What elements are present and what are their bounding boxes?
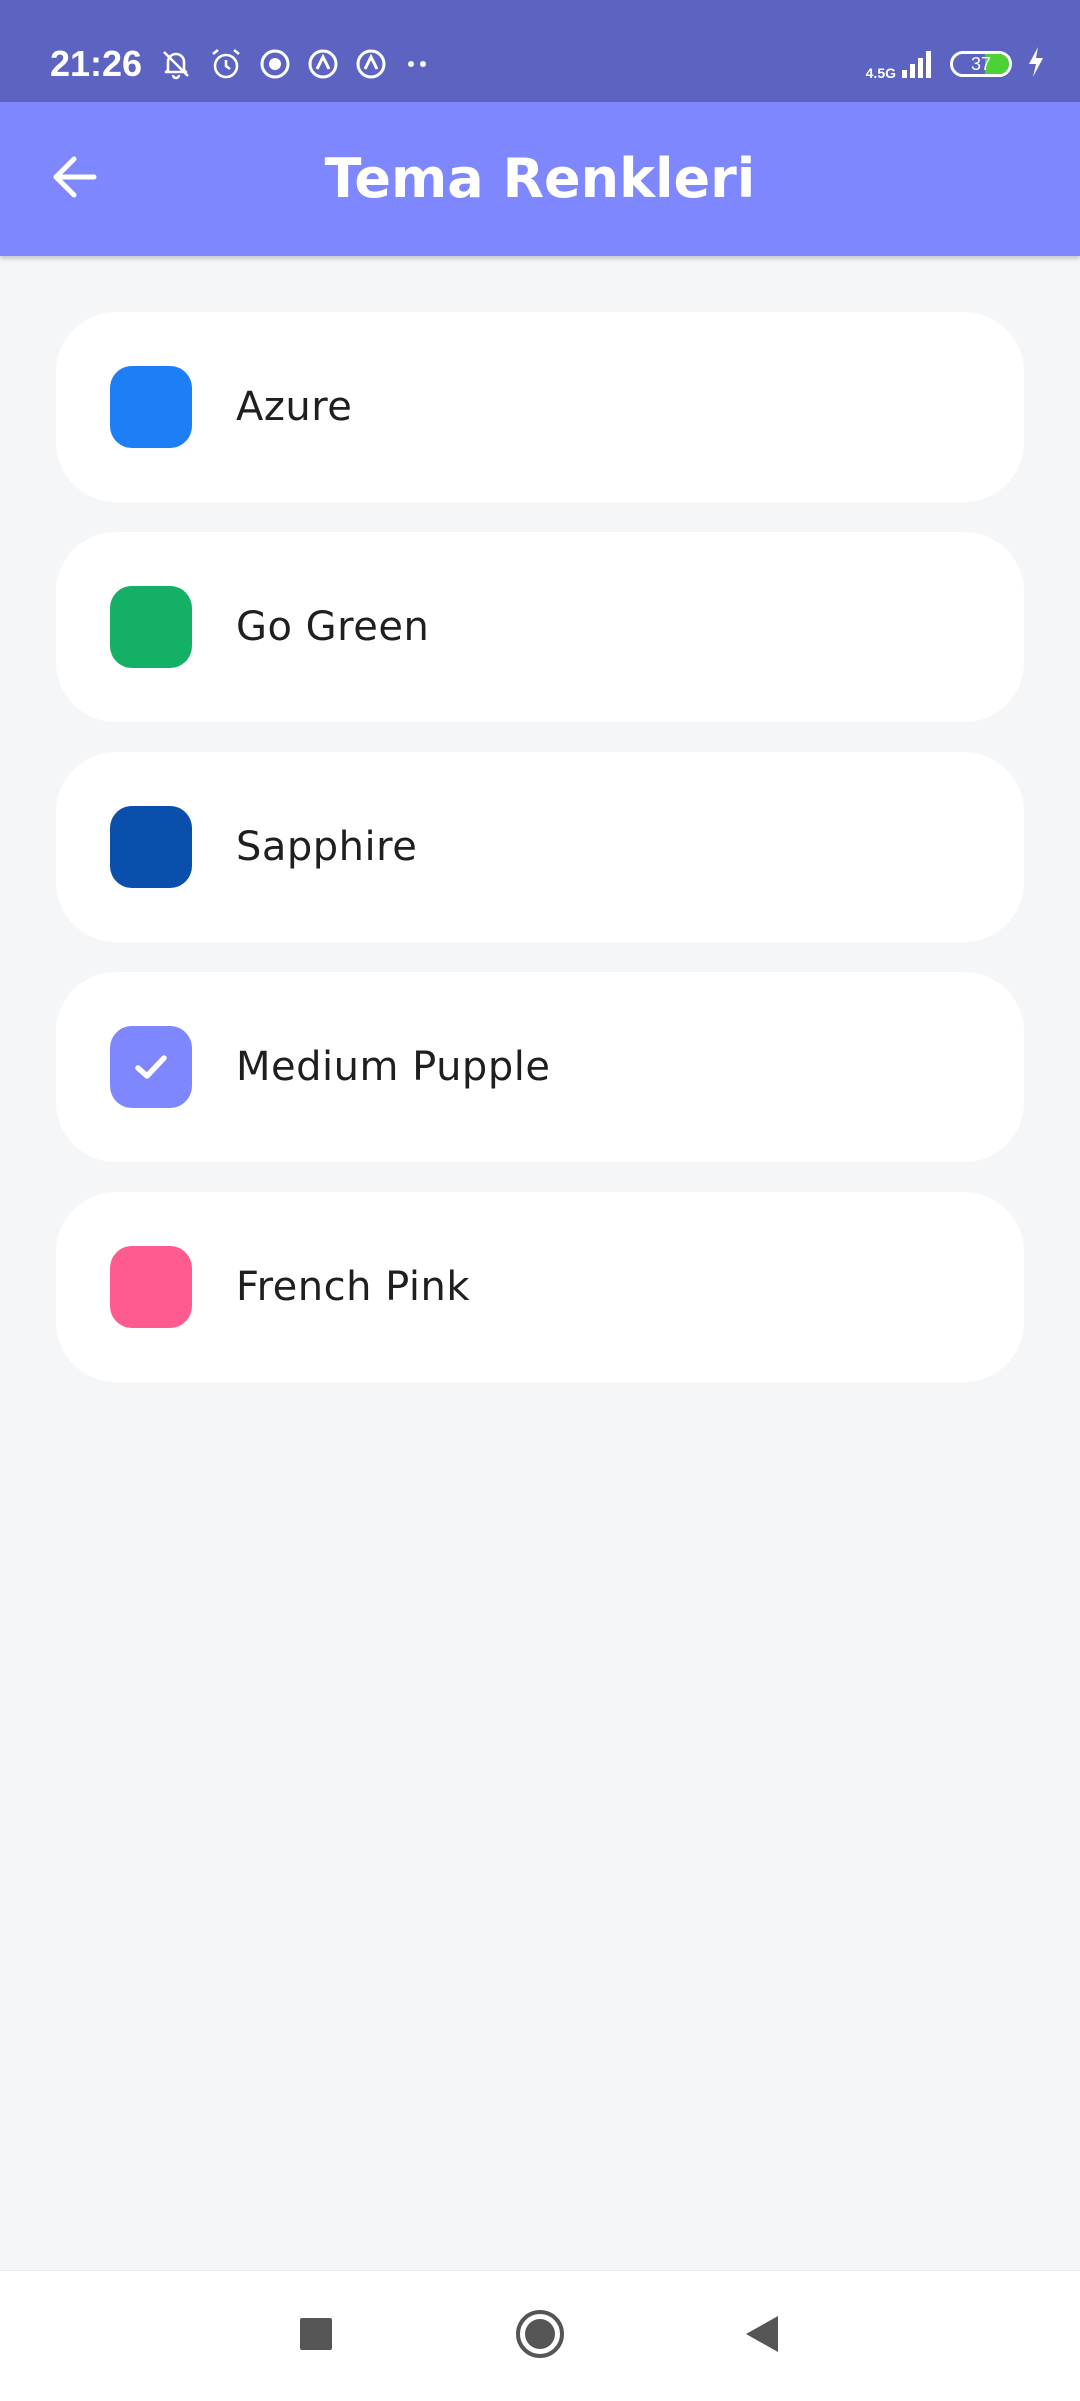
alarm-icon (208, 46, 244, 82)
circle-icon (514, 2308, 566, 2364)
theme-option-medium-pupple[interactable]: Medium Pupple (56, 972, 1024, 1162)
status-bar: 21:26 4.5G 37 (0, 0, 1080, 102)
status-icons-left (158, 44, 432, 84)
color-swatch (110, 1026, 192, 1108)
back-nav-button[interactable] (722, 2296, 802, 2376)
signal-icon: 4.5G (866, 48, 936, 80)
color-swatch (110, 586, 192, 668)
square-icon (298, 2316, 334, 2356)
media-icon (258, 47, 292, 81)
theme-option-go-green[interactable]: Go Green (56, 532, 1024, 722)
app-notification-icon (306, 47, 340, 81)
theme-option-french-pink[interactable]: French Pink (56, 1192, 1024, 1382)
status-time: 21:26 (50, 43, 143, 84)
charging-icon (1026, 45, 1046, 83)
theme-option-azure[interactable]: Azure (56, 312, 1024, 502)
status-icons-right: 4.5G 37 (866, 44, 1046, 84)
theme-name: French Pink (236, 1264, 471, 1310)
app-bar: Tema Renkleri (0, 102, 1080, 256)
app-notification-icon (354, 47, 388, 81)
more-notifications-icon (402, 47, 432, 81)
check-icon (129, 1045, 173, 1089)
page-title: Tema Renkleri (324, 147, 756, 210)
color-swatch (110, 806, 192, 888)
network-type: 4.5G (865, 65, 896, 81)
home-button[interactable] (500, 2296, 580, 2376)
theme-name: Azure (236, 384, 353, 430)
color-swatch (110, 1246, 192, 1328)
triangle-back-icon (742, 2314, 782, 2358)
battery-icon: 37 (950, 51, 1012, 77)
theme-list: Azure Go Green Sapphire Medium Pupple Fr… (56, 312, 1024, 1412)
bell-muted-icon (158, 46, 194, 82)
color-swatch (110, 366, 192, 448)
battery-level: 37 (970, 54, 992, 74)
theme-option-sapphire[interactable]: Sapphire (56, 752, 1024, 942)
navigation-bar (0, 2270, 1080, 2401)
theme-name: Sapphire (236, 824, 418, 870)
recent-apps-button[interactable] (276, 2296, 356, 2376)
theme-name: Medium Pupple (236, 1044, 551, 1090)
theme-name: Go Green (236, 604, 430, 650)
